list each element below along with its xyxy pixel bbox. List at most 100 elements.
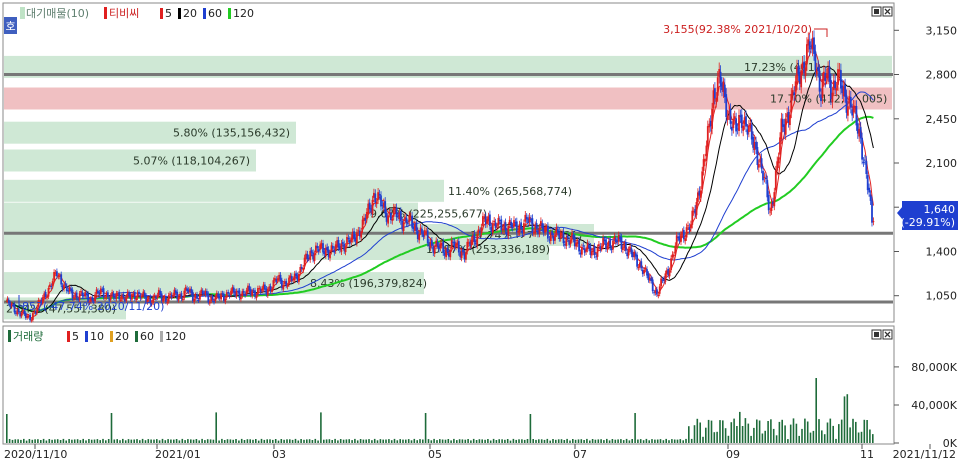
volume-bar bbox=[345, 439, 348, 443]
volume-bar bbox=[303, 439, 305, 443]
candle-body bbox=[80, 291, 82, 293]
volume-bar bbox=[107, 439, 110, 443]
minimize-icon-fill bbox=[874, 9, 879, 14]
volume-bar bbox=[739, 411, 741, 443]
ma-legend-swatch bbox=[110, 331, 113, 342]
volume-bar bbox=[458, 439, 461, 443]
volume-bar bbox=[781, 419, 783, 443]
volume-bar bbox=[68, 439, 70, 443]
volume-bar bbox=[594, 439, 597, 443]
candle-body bbox=[405, 217, 408, 223]
candle-body bbox=[756, 147, 759, 165]
candle-body bbox=[581, 247, 583, 255]
candle-body bbox=[442, 241, 445, 253]
candle-body bbox=[510, 221, 513, 227]
volume-bar bbox=[654, 439, 656, 443]
volume-bar bbox=[447, 439, 450, 443]
candle-body bbox=[75, 292, 78, 299]
volume-bar bbox=[543, 439, 546, 443]
volume-bar bbox=[37, 439, 39, 443]
candle-body bbox=[596, 247, 599, 257]
candle-body bbox=[637, 266, 640, 268]
volume-bar bbox=[526, 439, 529, 443]
candle-body bbox=[699, 190, 702, 198]
candle-body bbox=[238, 290, 241, 298]
volume-bar bbox=[606, 438, 608, 443]
candle-body bbox=[701, 171, 704, 190]
volume-bar bbox=[506, 439, 509, 443]
volume-bar bbox=[351, 440, 353, 443]
minimize-icon-fill bbox=[874, 332, 879, 337]
volume-bar bbox=[175, 439, 178, 443]
candle-body bbox=[535, 223, 538, 229]
volume-bar bbox=[662, 440, 665, 443]
volume-bar bbox=[665, 438, 667, 443]
volume-bar bbox=[487, 439, 489, 443]
volume-bar bbox=[96, 439, 99, 443]
candle-body bbox=[166, 302, 169, 304]
volume-bar bbox=[758, 420, 761, 443]
volume-bar bbox=[393, 438, 396, 443]
candle-body bbox=[211, 296, 214, 300]
candle-body bbox=[835, 88, 838, 91]
candle-body bbox=[569, 240, 572, 245]
volume-bar bbox=[419, 439, 421, 443]
volume-tick-label: 40,000K bbox=[911, 399, 957, 412]
volume-bar bbox=[772, 428, 775, 443]
volume-bar bbox=[566, 438, 568, 443]
candle-body bbox=[726, 115, 729, 120]
volume-bar bbox=[71, 439, 73, 443]
ma-legend-swatch bbox=[203, 8, 206, 19]
x-tick-label: 03 bbox=[272, 448, 286, 461]
candle-body bbox=[411, 215, 413, 228]
volume-bar bbox=[826, 422, 829, 443]
volume-bar bbox=[65, 440, 67, 443]
volume-bar bbox=[637, 439, 639, 443]
candle-body bbox=[421, 228, 423, 234]
volume-bar bbox=[555, 439, 557, 443]
candle-body bbox=[828, 66, 831, 82]
volume-bar bbox=[546, 438, 549, 443]
candle-body bbox=[612, 240, 614, 250]
volume-bar bbox=[498, 439, 500, 443]
volume-bar bbox=[79, 440, 82, 443]
volume-bar bbox=[456, 440, 458, 443]
candle-body bbox=[544, 226, 546, 233]
volume-bar bbox=[450, 440, 452, 443]
volume-bar bbox=[289, 439, 291, 443]
volume-profile-label: 5.80% (135,156,432) bbox=[173, 127, 290, 140]
volume-bar bbox=[659, 439, 662, 443]
volume-bar bbox=[789, 424, 792, 443]
volume-bar bbox=[832, 425, 834, 443]
candle-body bbox=[491, 224, 494, 233]
volume-bar bbox=[523, 439, 526, 443]
volume-bar bbox=[277, 440, 280, 443]
volume-bar bbox=[778, 421, 781, 443]
volume-bar bbox=[51, 439, 53, 443]
volume-bar bbox=[515, 439, 517, 443]
candle-body bbox=[340, 243, 343, 252]
candle-body bbox=[814, 51, 817, 71]
volume-bar bbox=[622, 440, 625, 443]
volume-bar bbox=[396, 440, 399, 443]
candle-body bbox=[806, 44, 808, 65]
candle-body bbox=[272, 280, 275, 289]
volume-bar bbox=[317, 440, 319, 443]
candle-body bbox=[347, 238, 350, 240]
volume-bar bbox=[424, 413, 427, 443]
candle-body bbox=[715, 98, 718, 102]
volume-bar bbox=[221, 438, 223, 443]
candle-body bbox=[864, 159, 866, 161]
candle-body bbox=[298, 274, 300, 282]
volume-bar bbox=[260, 438, 263, 443]
volume-bar bbox=[113, 439, 116, 443]
candle-body bbox=[214, 296, 217, 302]
candle-body bbox=[197, 300, 200, 301]
candle-body bbox=[408, 215, 411, 222]
volume-bar bbox=[354, 438, 356, 443]
volume-bar bbox=[373, 438, 376, 443]
candle-body bbox=[196, 294, 198, 299]
volume-bar bbox=[198, 440, 200, 443]
candle-body bbox=[13, 303, 16, 313]
candle-body bbox=[47, 288, 50, 297]
